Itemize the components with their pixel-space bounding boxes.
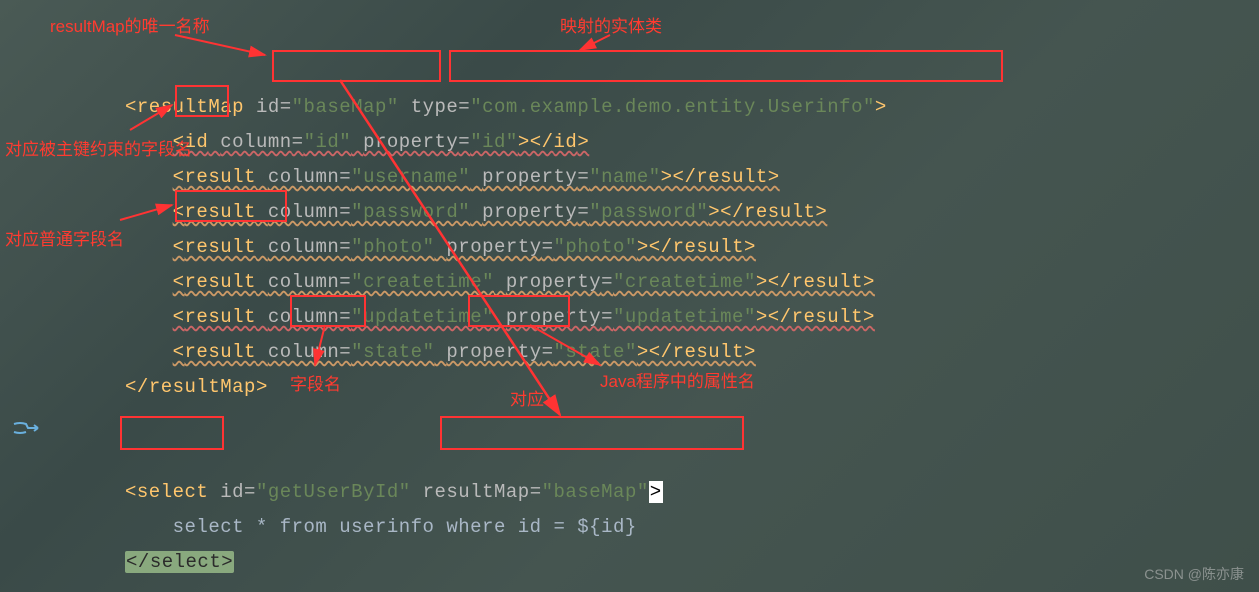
anno-primary-key: 对应被主键约束的字段名 — [5, 135, 192, 160]
code-editor: <resultMap id="baseMap" type="com.exampl… — [125, 55, 887, 580]
id-attr-name: id — [256, 96, 280, 118]
id-attr-val: "baseMap" — [292, 96, 399, 118]
select-id-val: "getUserById" — [256, 481, 411, 503]
anno-normal-field: 对应普通字段名 — [5, 225, 124, 250]
anno-resultmap-name: resultMap的唯一名称 — [50, 12, 210, 37]
type-attr-name: type — [411, 96, 459, 118]
select-resultmap-val: "baseMap" — [542, 481, 649, 503]
sql-text: select * from userinfo where id = ${id} — [173, 516, 637, 538]
anno-entity-class: 映射的实体类 — [560, 12, 662, 37]
gutter-select-icon[interactable] — [12, 420, 42, 440]
select-resultmap-attr: resultMap — [423, 481, 530, 503]
anno-column-name: 字段名 — [290, 370, 341, 395]
select-tag: select — [137, 481, 208, 503]
resultmap-tag: resultMap — [137, 96, 244, 118]
type-attr-val: "com.example.demo.entity.Userinfo" — [470, 96, 875, 118]
result-tag: result — [185, 166, 256, 188]
watermark: CSDN @陈亦康 — [1144, 564, 1244, 584]
anno-java-prop: Java程序中的属性名 — [600, 367, 755, 392]
anno-correspond: 对应 — [510, 385, 544, 410]
